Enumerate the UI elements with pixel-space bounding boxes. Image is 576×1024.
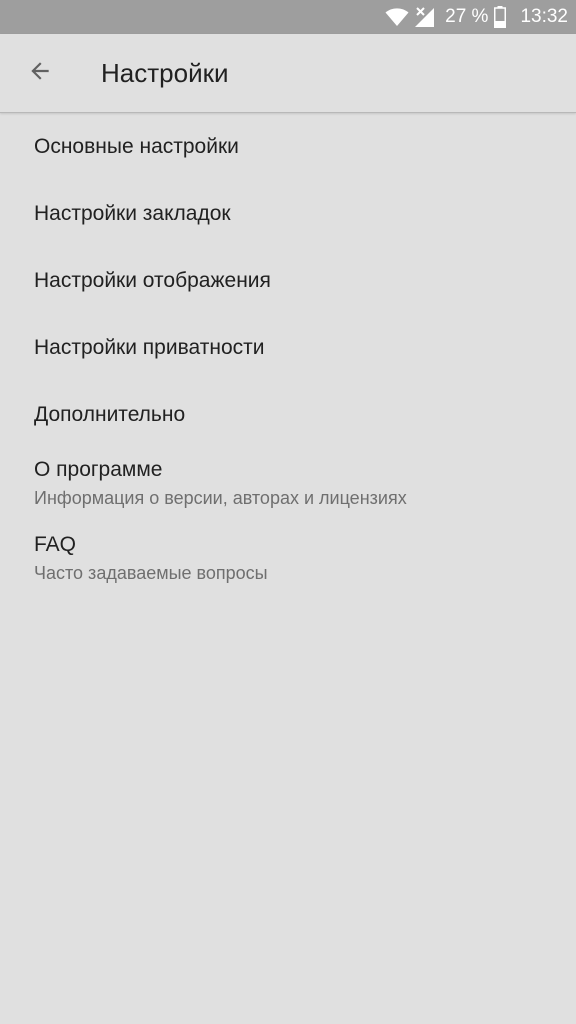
page-title: Настройки <box>101 58 229 88</box>
settings-item-privacy[interactable]: Настройки приватности <box>0 314 576 381</box>
settings-item-general[interactable]: Основные настройки <box>0 113 576 180</box>
settings-item-label: Настройки закладок <box>34 202 231 225</box>
settings-item-label: Настройки приватности <box>34 336 265 359</box>
settings-item-label: Настройки отображения <box>34 269 271 292</box>
battery-percentage: 27 % <box>445 6 489 27</box>
settings-item-summary: Часто задаваемые вопросы <box>34 563 268 583</box>
settings-item-about[interactable]: О программе Информация о версии, авторах… <box>0 448 576 523</box>
settings-list: Основные настройки Настройки закладок На… <box>0 113 576 598</box>
settings-item-label: Основные настройки <box>34 135 239 158</box>
settings-item-display[interactable]: Настройки отображения <box>0 247 576 314</box>
no-signal-icon <box>415 6 435 28</box>
settings-item-advanced[interactable]: Дополнительно <box>0 381 576 448</box>
settings-item-label: Дополнительно <box>34 403 186 426</box>
settings-item-label: FAQ <box>34 533 77 556</box>
status-bar: 27 % 13:32 <box>0 0 576 34</box>
arrow-back-icon <box>27 58 53 89</box>
status-icons: 27 % 13:32 <box>385 0 568 34</box>
app-bar: Настройки <box>0 34 576 113</box>
settings-item-faq[interactable]: FAQ Часто задаваемые вопросы <box>0 523 576 598</box>
wifi-icon <box>385 7 409 27</box>
settings-item-label: О программе <box>34 458 163 481</box>
settings-item-bookmarks[interactable]: Настройки закладок <box>0 180 576 247</box>
clock: 13:32 <box>520 6 568 27</box>
battery-icon <box>494 6 507 28</box>
back-button[interactable] <box>18 51 62 95</box>
settings-item-summary: Информация о версии, авторах и лицензиях <box>34 488 407 508</box>
